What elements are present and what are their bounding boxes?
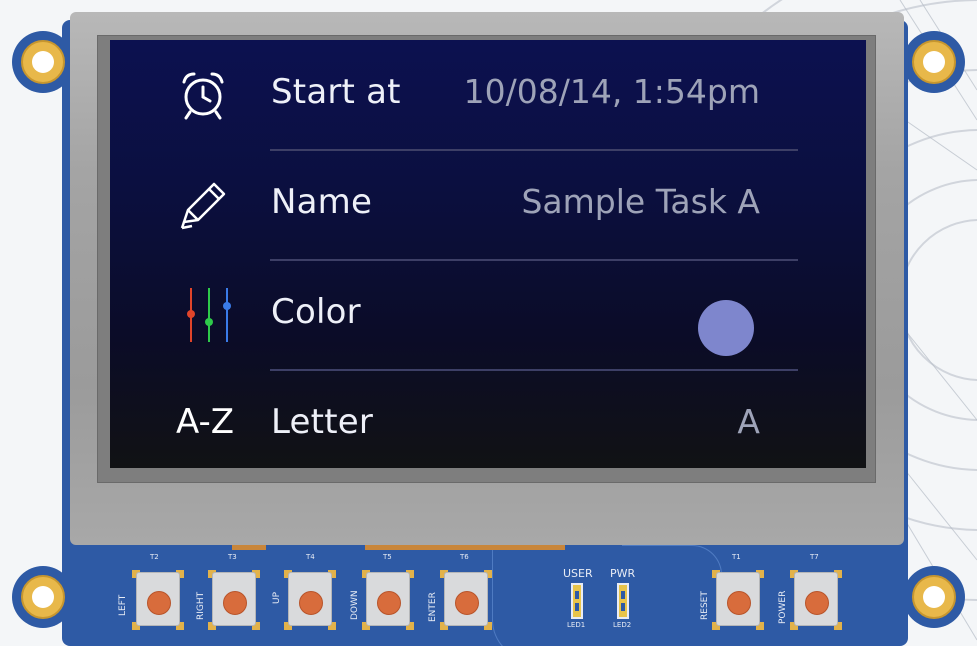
button-right[interactable]: [208, 562, 260, 634]
setting-row-name[interactable]: Name Sample Task A: [110, 150, 866, 258]
mount-hole: [21, 575, 65, 619]
led1-ref: LED1: [567, 621, 586, 629]
lcd-screen: Start at 10/08/14, 1:54pm Name Sample Ta…: [110, 40, 866, 468]
button-cap: [147, 591, 171, 615]
ref-t1: T1: [732, 553, 741, 561]
led-pwr-label: PWR: [610, 567, 636, 580]
silk-label-down: DOWN: [350, 590, 360, 620]
button-reset[interactable]: [712, 562, 764, 634]
sliders-icon: [187, 288, 231, 342]
button-enter[interactable]: [440, 562, 492, 634]
letter-label: Letter: [271, 402, 374, 442]
ref-t6: T6: [460, 553, 469, 561]
button-cap: [727, 591, 751, 615]
led2-ref: LED2: [613, 621, 632, 629]
ref-t4: T4: [306, 553, 315, 561]
button-cap: [805, 591, 829, 615]
button-power[interactable]: [790, 562, 842, 634]
button-cap: [377, 591, 401, 615]
led-user: [571, 583, 583, 619]
silk-label-reset: RESET: [700, 591, 710, 620]
button-down[interactable]: [362, 562, 414, 634]
setting-row-color[interactable]: Color: [110, 260, 866, 368]
button-cap: [299, 591, 323, 615]
color-swatch[interactable]: [698, 300, 754, 356]
button-cap: [455, 591, 479, 615]
ref-t3: T3: [228, 553, 237, 561]
name-label: Name: [271, 182, 373, 222]
ref-t5: T5: [383, 553, 392, 561]
silk-label-power: POWER: [778, 590, 788, 624]
start-at-value: 10/08/14, 1:54pm: [463, 72, 760, 111]
led-power: [617, 583, 629, 619]
color-label: Color: [271, 292, 361, 332]
ref-t2: T2: [150, 553, 159, 561]
start-at-label: Start at: [271, 72, 401, 112]
silk-label-right: RIGHT: [196, 591, 206, 620]
az-icon: A-Z: [176, 402, 235, 442]
alarm-clock-icon: [182, 72, 224, 120]
mount-hole: [912, 40, 956, 84]
name-value: Sample Task A: [521, 182, 760, 221]
led-user-label: USER: [563, 567, 593, 580]
mount-hole: [21, 40, 65, 84]
setting-row-letter[interactable]: A-Z Letter A: [110, 370, 866, 468]
silk-label-enter: ENTER: [428, 592, 438, 622]
button-up[interactable]: [284, 562, 336, 634]
pencil-icon: [180, 182, 226, 230]
silk-label-left: LEFT: [118, 594, 128, 616]
device-render: Start at 10/08/14, 1:54pm Name Sample Ta…: [0, 0, 977, 646]
setting-row-start-at[interactable]: Start at 10/08/14, 1:54pm: [110, 40, 866, 148]
button-cap: [223, 591, 247, 615]
letter-value: A: [737, 402, 760, 441]
mount-hole: [912, 575, 956, 619]
button-left[interactable]: [132, 562, 184, 634]
silk-label-up: UP: [272, 591, 282, 604]
ref-t7: T7: [810, 553, 819, 561]
